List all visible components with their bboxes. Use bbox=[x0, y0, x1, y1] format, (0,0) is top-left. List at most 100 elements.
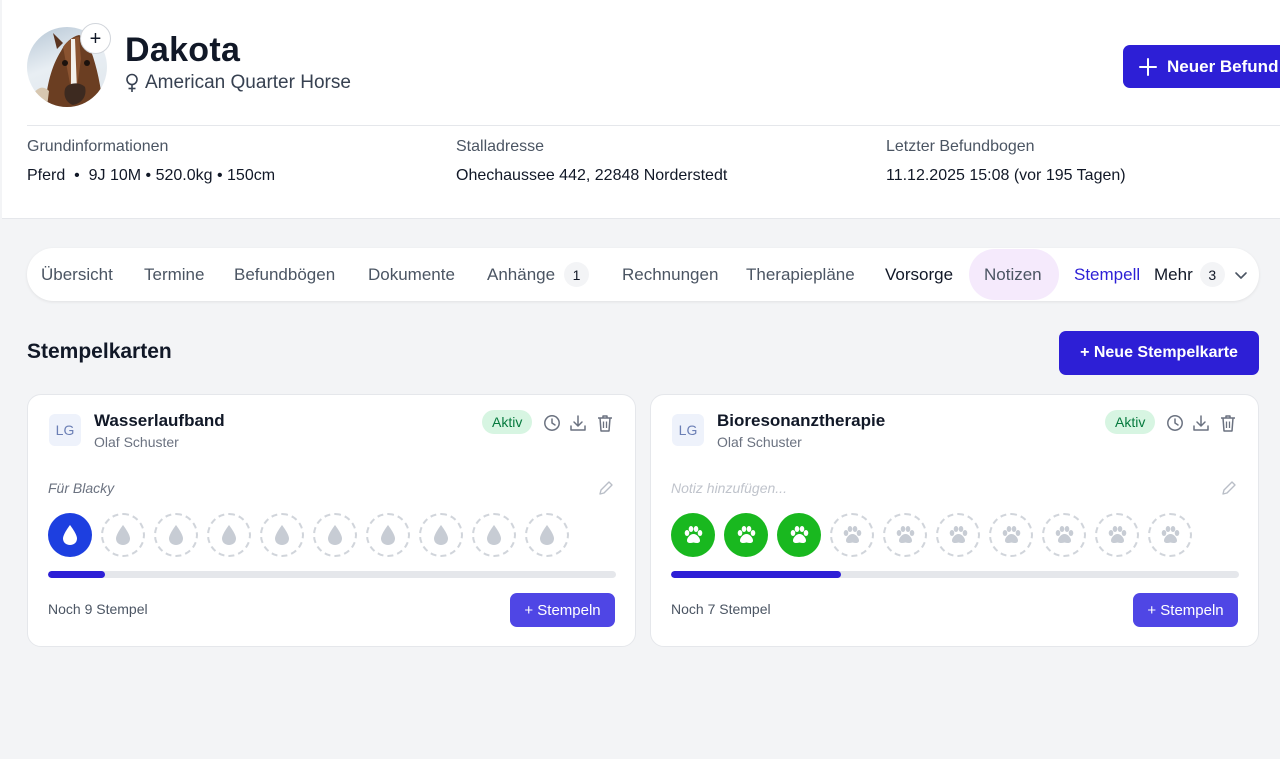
pencil-icon[interactable] bbox=[597, 479, 615, 497]
stamp-empty bbox=[154, 513, 198, 557]
stamp-empty bbox=[419, 513, 463, 557]
basic-info-value: Pferd • 9J 10M • 520.0kg • 150cm bbox=[27, 167, 276, 184]
water-drop-icon bbox=[432, 524, 450, 546]
status-badge: Aktiv bbox=[482, 410, 533, 434]
stamp-empty bbox=[366, 513, 410, 557]
new-report-button[interactable]: Neuer Befund bbox=[1123, 45, 1280, 88]
pencil-icon[interactable] bbox=[1220, 479, 1238, 497]
delete-button[interactable] bbox=[1218, 413, 1238, 433]
new-report-label: Neuer Befund bbox=[1167, 56, 1279, 76]
tab-attachments[interactable]: Anhänge 1 bbox=[487, 248, 590, 301]
new-stamp-card-button[interactable]: + Neue Stempelkarte bbox=[1059, 331, 1259, 375]
remaining-stamps: Noch 9 Stempel bbox=[48, 601, 148, 617]
last-report-label: Letzter Befundbogen bbox=[886, 138, 1035, 155]
download-button[interactable] bbox=[568, 413, 588, 433]
delete-button[interactable] bbox=[595, 413, 615, 433]
water-drop-icon bbox=[485, 524, 503, 546]
add-photo-button[interactable]: + bbox=[80, 23, 111, 54]
stamp-empty bbox=[313, 513, 357, 557]
water-drop-icon bbox=[379, 524, 397, 546]
tab-invoices[interactable]: Rechnungen bbox=[622, 248, 718, 301]
paw-icon bbox=[1159, 524, 1181, 546]
water-drop-icon bbox=[538, 524, 556, 546]
tab-notes[interactable]: Notizen bbox=[984, 248, 1042, 301]
tab-more[interactable]: Mehr 3 bbox=[1154, 248, 1249, 301]
stamp-filled bbox=[671, 513, 715, 557]
tab-therapy-plans[interactable]: Therapiepläne bbox=[746, 248, 855, 301]
stamp-empty bbox=[883, 513, 927, 557]
paw-icon bbox=[735, 524, 757, 546]
tab-overview[interactable]: Übersicht bbox=[41, 248, 113, 301]
stamp-empty bbox=[1148, 513, 1192, 557]
tab-reports[interactable]: Befundbögen bbox=[234, 248, 335, 301]
remaining-stamps: Noch 7 Stempel bbox=[671, 601, 771, 617]
water-drop-icon bbox=[167, 524, 185, 546]
card-note-placeholder[interactable]: Notiz hinzufügen... bbox=[671, 480, 787, 496]
paw-icon bbox=[894, 524, 916, 546]
owner-initials: LG bbox=[672, 414, 704, 446]
chevron-down-icon bbox=[1234, 271, 1247, 279]
stamp-empty bbox=[525, 513, 569, 557]
breed-text: American Quarter Horse bbox=[145, 72, 351, 93]
tab-stamp[interactable]: Stempell bbox=[1074, 248, 1140, 301]
add-stamp-button[interactable]: + Stempeln bbox=[1133, 593, 1238, 627]
paw-icon bbox=[1000, 524, 1022, 546]
stamp-filled bbox=[777, 513, 821, 557]
progress-fill bbox=[671, 571, 842, 578]
tab-appointments[interactable]: Termine bbox=[144, 248, 204, 301]
tab-documents[interactable]: Dokumente bbox=[368, 248, 455, 301]
stamp-filled bbox=[48, 513, 92, 557]
stable-address-value: Ohechaussee 442, 22848 Norderstedt bbox=[456, 167, 728, 184]
stable-address-label: Stalladresse bbox=[456, 138, 545, 155]
add-stamp-button[interactable]: + Stempeln bbox=[510, 593, 615, 627]
stamp-empty bbox=[936, 513, 980, 557]
stamp-empty bbox=[472, 513, 516, 557]
status-badge: Aktiv bbox=[1105, 410, 1156, 434]
stamp-slots bbox=[48, 513, 569, 557]
owner-initials: LG bbox=[49, 414, 81, 446]
stamp-card: LG Wasserlaufband Olaf Schuster Aktiv Fü… bbox=[27, 394, 636, 647]
stamp-card: LG Bioresonanztherapie Olaf Schuster Akt… bbox=[650, 394, 1259, 647]
water-drop-icon bbox=[220, 524, 238, 546]
clock-icon bbox=[544, 415, 560, 431]
water-drop-icon bbox=[273, 524, 291, 546]
history-button[interactable] bbox=[542, 413, 562, 433]
tab-more-label: Mehr bbox=[1154, 264, 1193, 284]
progress-bar bbox=[671, 571, 1239, 578]
water-drop-icon bbox=[326, 524, 344, 546]
tab-prevention[interactable]: Vorsorge bbox=[885, 248, 953, 301]
paw-icon bbox=[788, 524, 810, 546]
header-divider bbox=[27, 125, 1280, 126]
last-report-value: 11.12.2025 15:08 (vor 195 Tagen) bbox=[886, 167, 1126, 184]
paw-icon bbox=[841, 524, 863, 546]
card-owner: Olaf Schuster bbox=[94, 434, 179, 450]
trash-icon bbox=[598, 415, 612, 432]
stamp-empty bbox=[207, 513, 251, 557]
download-button[interactable] bbox=[1191, 413, 1211, 433]
paw-icon bbox=[947, 524, 969, 546]
card-owner: Olaf Schuster bbox=[717, 434, 802, 450]
history-button[interactable] bbox=[1165, 413, 1185, 433]
more-count-badge: 3 bbox=[1199, 262, 1225, 287]
download-icon bbox=[1193, 415, 1209, 431]
paw-icon bbox=[1053, 524, 1075, 546]
pet-name: Dakota bbox=[125, 31, 241, 69]
clock-icon bbox=[1167, 415, 1183, 431]
card-note[interactable]: Für Blacky bbox=[48, 480, 114, 496]
section-title: Stempelkarten bbox=[27, 340, 172, 363]
trash-icon bbox=[1221, 415, 1235, 432]
stamp-empty bbox=[830, 513, 874, 557]
pet-header: + Dakota American Quarter Horse Neuer Be… bbox=[2, 0, 1280, 219]
stamp-empty bbox=[101, 513, 145, 557]
female-icon bbox=[126, 73, 138, 92]
card-title: Bioresonanztherapie bbox=[717, 411, 886, 430]
water-drop-icon bbox=[114, 524, 132, 546]
stamp-empty bbox=[989, 513, 1033, 557]
card-title: Wasserlaufband bbox=[94, 411, 225, 430]
plus-icon bbox=[1139, 57, 1157, 76]
stamp-filled bbox=[724, 513, 768, 557]
stamp-slots bbox=[671, 513, 1192, 557]
basic-info-label: Grundinformationen bbox=[27, 138, 169, 155]
stamp-empty bbox=[1095, 513, 1139, 557]
paw-icon bbox=[1106, 524, 1128, 546]
